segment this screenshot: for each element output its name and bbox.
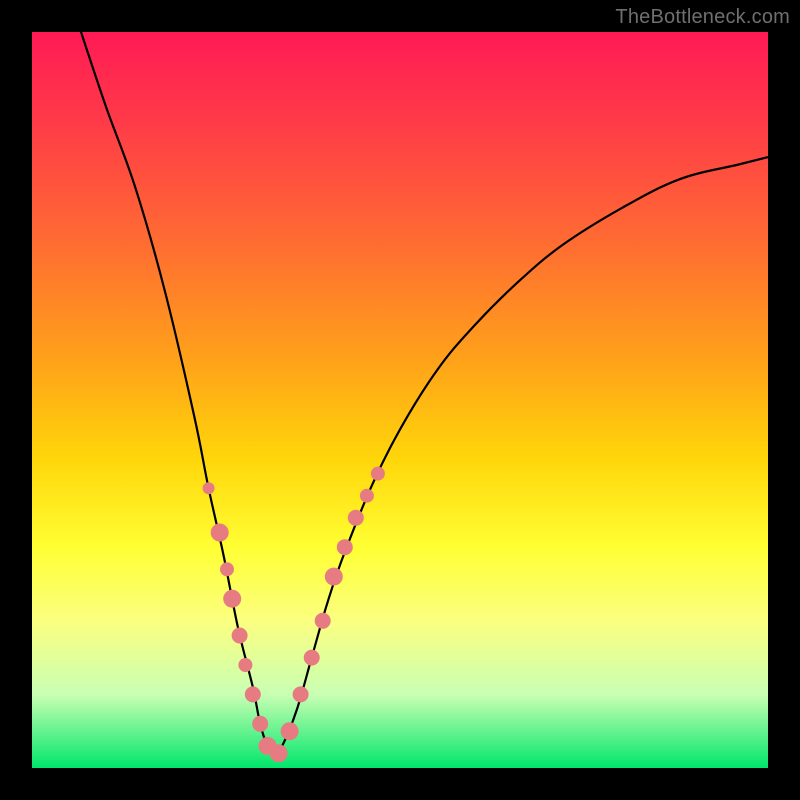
marker-dot bbox=[203, 482, 215, 494]
marker-dot bbox=[315, 613, 331, 629]
chart-area bbox=[32, 32, 768, 768]
marker-dot bbox=[337, 539, 353, 555]
marker-dot bbox=[223, 590, 241, 608]
marker-dot bbox=[371, 467, 385, 481]
bottleneck-curve bbox=[76, 32, 768, 753]
marker-dot bbox=[360, 489, 374, 503]
chart-svg bbox=[32, 32, 768, 768]
marker-dot bbox=[238, 658, 252, 672]
marker-dot bbox=[232, 628, 248, 644]
marker-dot bbox=[220, 562, 234, 576]
marker-dot bbox=[348, 510, 364, 526]
marker-dot bbox=[281, 722, 299, 740]
marker-dot bbox=[293, 686, 309, 702]
marker-dot bbox=[211, 524, 229, 542]
watermark-text: TheBottleneck.com bbox=[615, 6, 790, 29]
marker-dot bbox=[325, 568, 343, 586]
marker-dot bbox=[245, 686, 261, 702]
marker-dot bbox=[304, 650, 320, 666]
marker-dot bbox=[252, 716, 268, 732]
marker-dot bbox=[270, 744, 288, 762]
